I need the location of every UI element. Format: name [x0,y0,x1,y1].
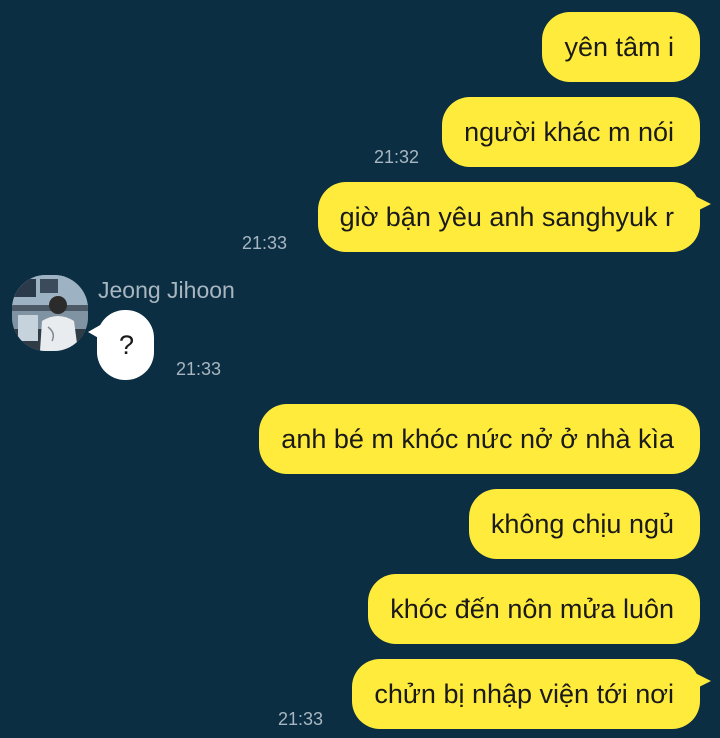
chat-thread[interactable]: yên tâm i người khác m nói 21:32 giờ bận… [0,0,720,738]
message-bubble-outgoing[interactable]: giờ bận yêu anh sanghyuk r [317,182,712,252]
message-bubble-incoming[interactable]: ? [87,310,155,380]
message-bubble-outgoing[interactable]: không chịu ngủ [468,489,700,559]
message-bubble-outgoing[interactable]: khóc đến nôn mửa luôn [368,574,700,644]
message-bubble-outgoing[interactable]: người khác m nói [442,97,700,167]
message-bubble-outgoing[interactable]: chửn bị nhập viện tới nơi [352,659,711,729]
message-text: ? [119,330,135,360]
message-bubble-outgoing[interactable]: yên tâm i [542,12,700,82]
avatar-icon [12,275,88,351]
message-text: giờ bận yêu anh sanghyuk r [339,202,674,232]
contact-avatar[interactable] [12,275,88,351]
message-text: chửn bị nhập viện tới nơi [374,679,674,709]
message-timestamp: 21:33 [278,709,324,729]
message-text: người khác m nói [464,117,674,147]
message-bubble-outgoing[interactable]: anh bé m khóc nức nở ở nhà kìa [259,404,700,474]
message-timestamp: 21:33 [242,233,288,253]
message-text: anh bé m khóc nức nở ở nhà kìa [281,424,674,454]
message-timestamp: 21:32 [374,147,420,167]
message-timestamp: 21:33 [176,359,222,379]
message-text: yên tâm i [564,32,674,62]
message-text: không chịu ngủ [490,509,674,539]
sender-name[interactable]: Jeong Jihoon [98,276,235,304]
message-text: khóc đến nôn mửa luôn [390,594,674,624]
